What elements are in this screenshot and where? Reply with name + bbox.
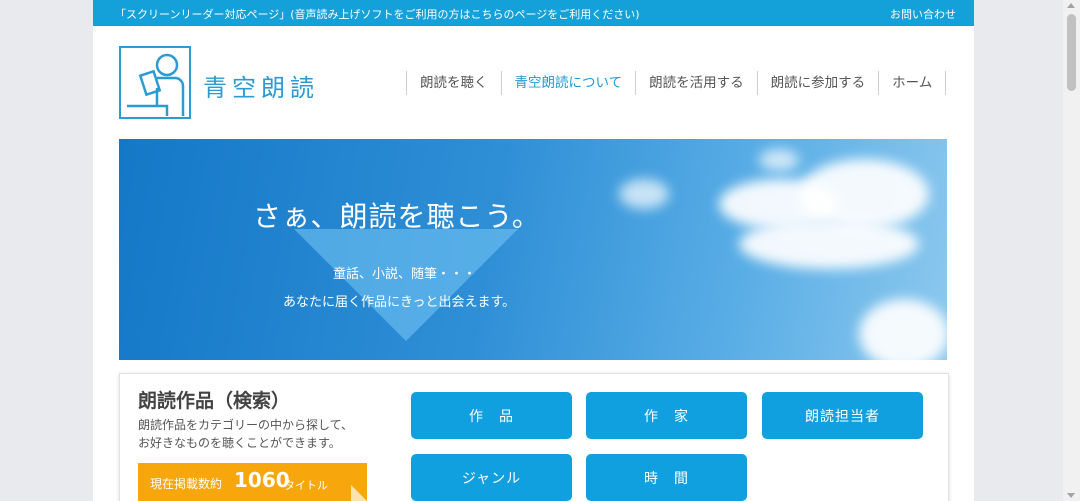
- contact-link[interactable]: お問い合わせ: [890, 6, 956, 22]
- scrollbar-thumb[interactable]: [1067, 14, 1076, 91]
- authors-button[interactable]: 作 家: [586, 392, 747, 439]
- search-title: 朗読作品（検索）: [138, 390, 291, 412]
- nav-item-about[interactable]: 青空朗読について: [500, 71, 636, 95]
- hero-subtext-2: あなたに届く作品にきっと出会えます。: [283, 295, 516, 310]
- hero-heading: さぁ、朗読を聴こう。: [253, 200, 541, 233]
- reading-person-icon: [119, 46, 191, 119]
- count-value: 1060: [234, 468, 290, 492]
- nav-item-home[interactable]: ホーム: [878, 71, 947, 95]
- count-unit: タイトル: [284, 479, 328, 492]
- scrollbar[interactable]: [1063, 0, 1080, 501]
- nav-item-use[interactable]: 朗読を活用する: [635, 71, 757, 95]
- main-nav: 朗読を聴く 青空朗読について 朗読を活用する 朗読に参加する ホーム: [406, 71, 947, 95]
- nav-item-listen[interactable]: 朗読を聴く: [406, 71, 501, 95]
- cloud-decoration: [619, 179, 669, 209]
- nav-item-join[interactable]: 朗読に参加する: [756, 71, 879, 95]
- triangle-decoration: [294, 229, 518, 341]
- site-logo[interactable]: 青空朗読: [119, 46, 319, 120]
- cloud-decoration: [759, 149, 799, 171]
- cloud-decoration: [739, 219, 919, 269]
- scroll-up-icon[interactable]: [1067, 3, 1075, 8]
- readers-button[interactable]: 朗読担当者: [762, 392, 923, 439]
- cloud-decoration: [859, 299, 947, 360]
- screen-reader-link[interactable]: 「スクリーンリーダー対応ページ」(音声読み上げソフトをご利用の方はこちらのページ…: [115, 6, 640, 22]
- search-description-line: 朗読作品をカテゴリーの中から探して、: [138, 418, 354, 432]
- genre-button[interactable]: ジャンル: [411, 454, 572, 501]
- count-label: 現在掲載数約: [150, 477, 223, 491]
- time-button[interactable]: 時 間: [586, 454, 747, 501]
- search-panel: 朗読作品（検索） 朗読作品をカテゴリーの中から探して、 お好きなものを聴くことが…: [119, 373, 949, 501]
- page: 「スクリーンリーダー対応ページ」(音声読み上げソフトをご利用の方はこちらのページ…: [93, 0, 974, 501]
- top-bar: 「スクリーンリーダー対応ページ」(音声読み上げソフトをご利用の方はこちらのページ…: [93, 0, 974, 26]
- scroll-down-icon[interactable]: [1067, 493, 1075, 498]
- works-button[interactable]: 作 品: [411, 392, 572, 439]
- title-count-badge: 現在掲載数約 1060 タイトル: [138, 463, 367, 501]
- search-description: 朗読作品をカテゴリーの中から探して、 お好きなものを聴くことができます。: [138, 416, 378, 452]
- search-description-line: お好きなものを聴くことができます。: [138, 436, 341, 450]
- corner-fold: [351, 485, 367, 501]
- site-title: 青空朗読: [203, 74, 319, 102]
- hero-subtext-1: 童話、小説、随筆・・・: [333, 267, 477, 282]
- hero-banner: さぁ、朗読を聴こう。 童話、小説、随筆・・・ あなたに届く作品にきっと出会えます…: [119, 139, 947, 360]
